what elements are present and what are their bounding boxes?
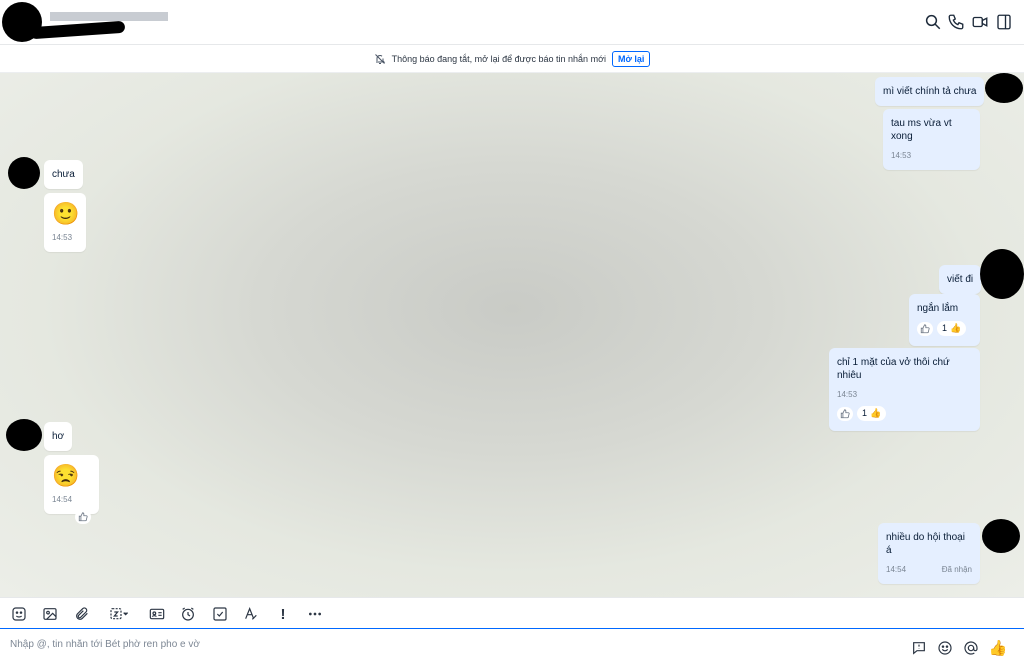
reaction-bar: 1 👍 (837, 406, 887, 421)
message-incoming[interactable]: chưa (44, 160, 83, 189)
notification-off-banner: Thông báo đang tắt, mở lại để được báo t… (0, 45, 1024, 73)
message-list[interactable]: mì viết chính tả chưa tau ms vừa vt xong… (0, 73, 1024, 597)
emoji-smile: 🙂 (52, 201, 80, 226)
conversation-title-redacted[interactable] (50, 12, 168, 21)
message-time-row: 14:54 Đã nhận (886, 563, 972, 576)
reopen-notifications-button[interactable]: Mở lại (611, 50, 651, 67)
mention-icon[interactable] (962, 639, 980, 657)
avatar-redacted[interactable] (8, 157, 40, 189)
like-reaction-button[interactable] (837, 406, 853, 421)
image-icon[interactable] (41, 605, 59, 623)
video-call-icon[interactable] (971, 13, 989, 31)
bell-off-icon (374, 53, 386, 65)
emoji-unamused: 😒 (52, 463, 80, 488)
search-icon[interactable] (924, 13, 942, 31)
reaction-bar: 1 👍 (917, 321, 967, 336)
reaction-count[interactable]: 1 👍 (857, 406, 887, 421)
text-format-icon[interactable] (242, 605, 260, 623)
message-text: nhiều do hội thoại á (886, 532, 965, 556)
message-outgoing[interactable]: tau ms vừa vt xong 14:53 (883, 109, 980, 170)
message-text: chưa (52, 169, 75, 180)
composer-toolbar: ! (0, 597, 1024, 628)
more-icon[interactable] (305, 605, 325, 623)
message-time: 14:53 (891, 151, 912, 160)
message-text: tau ms vừa vt xong (891, 118, 952, 142)
message-time: 14:53 (837, 390, 858, 399)
urgent-icon[interactable]: ! (274, 605, 292, 623)
avatar-redacted[interactable] (6, 419, 42, 451)
quick-message-icon[interactable] (910, 639, 928, 657)
message-text: viết đi (947, 274, 974, 285)
chat-header (0, 0, 1024, 45)
message-text: chỉ 1 mặt của vở thôi chứ nhiêu (837, 357, 950, 381)
message-incoming[interactable]: 🙂 14:53 (44, 193, 86, 252)
like-reaction-button[interactable] (75, 510, 91, 524)
like-reaction-button[interactable] (917, 321, 933, 336)
message-text: mì viết chính tả chưa (883, 86, 977, 97)
message-outgoing[interactable]: mì viết chính tả chưa (875, 77, 985, 106)
message-input[interactable] (10, 639, 890, 650)
attachment-icon[interactable] (73, 605, 91, 623)
notice-text: Thông báo đang tắt, mở lại để được báo t… (391, 53, 606, 64)
message-time: 14:54 (886, 565, 907, 574)
avatar-redacted (980, 249, 1024, 299)
sidebar-toggle-icon[interactable] (995, 13, 1013, 31)
message-text: ngắn lắm (917, 303, 959, 314)
thumbs-up-icon: 👍 (870, 408, 882, 418)
avatar-redacted (985, 73, 1023, 103)
like-icon[interactable]: 👍 (989, 639, 1008, 657)
avatar-redacted (982, 519, 1020, 553)
message-incoming[interactable]: hơ (44, 422, 73, 451)
sticker-icon[interactable] (10, 605, 28, 623)
message-outgoing[interactable]: ngắn lắm 1 👍 (909, 294, 980, 346)
message-composer: 👍 (0, 628, 1024, 664)
contact-card-icon[interactable] (148, 605, 166, 623)
message-incoming[interactable]: 😒 14:54 (44, 455, 99, 514)
message-outgoing[interactable]: nhiều do hội thoại á 14:54 Đã nhận (878, 523, 980, 584)
emoji-icon[interactable] (936, 639, 954, 657)
phone-icon[interactable] (947, 13, 965, 31)
reaction-count[interactable]: 1 👍 (937, 321, 967, 336)
message-time: 14:54 (52, 495, 73, 504)
redaction-mark (29, 20, 126, 40)
thumbs-up-icon: 👍 (950, 323, 962, 333)
delivery-status: Đã nhận (941, 565, 972, 574)
message-outgoing[interactable]: viết đi (939, 265, 982, 294)
message-time: 14:53 (52, 233, 73, 242)
message-outgoing[interactable]: chỉ 1 mặt của vở thôi chứ nhiêu 14:53 1 … (829, 348, 980, 431)
screenshot-icon[interactable] (104, 605, 134, 623)
reminder-icon[interactable] (179, 605, 197, 623)
task-icon[interactable] (211, 605, 229, 623)
message-text: hơ (52, 431, 65, 442)
